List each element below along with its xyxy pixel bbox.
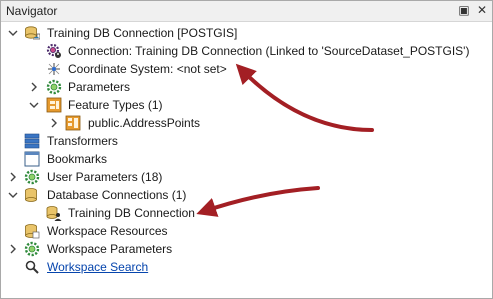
tree-item-parameters[interactable]: Parameters <box>0 78 491 96</box>
chevron-right-icon[interactable] <box>8 240 18 258</box>
coordinate-system-icon <box>46 61 62 77</box>
navigator-tree: Training DB Connection [POSTGIS] Connect… <box>0 22 493 299</box>
tree-item-db-connection[interactable]: Training DB Connection <box>0 204 491 222</box>
tree-item-label: Transformers <box>47 134 118 148</box>
tree-item-connection-root[interactable]: Training DB Connection [POSTGIS] <box>0 24 491 42</box>
tree-item-label: public.AddressPoints <box>88 116 201 130</box>
search-icon <box>24 259 40 275</box>
feature-type-table-icon <box>65 115 81 131</box>
tree-item-label: Coordinate System: <not set> <box>68 62 227 76</box>
tree-item-bookmarks[interactable]: Bookmarks <box>0 150 491 168</box>
workspace-search-link[interactable]: Workspace Search <box>47 258 148 276</box>
tree-item-label: User Parameters (18) <box>47 170 163 184</box>
postgis-database-icon <box>24 25 41 41</box>
chevron-down-icon[interactable] <box>8 24 18 42</box>
tree-item-label: Connection: Training DB Connection (Link… <box>68 44 470 58</box>
close-panel-icon[interactable]: ✕ <box>475 3 489 17</box>
tree-item-transformers[interactable]: Transformers <box>0 132 491 150</box>
tree-item-database-connections[interactable]: Database Connections (1) <box>0 186 491 204</box>
parameters-gear-icon <box>46 79 62 95</box>
tree-item-label: Bookmarks <box>47 152 108 166</box>
chevron-down-icon[interactable] <box>8 186 18 204</box>
tree-item-label: Training DB Connection [POSTGIS] <box>47 26 238 40</box>
bookmarks-icon <box>24 151 40 167</box>
feature-types-icon <box>46 97 62 113</box>
database-user-icon <box>46 205 62 221</box>
chevron-right-icon[interactable] <box>29 78 39 96</box>
tree-item-user-parameters[interactable]: User Parameters (18) <box>0 168 491 186</box>
tree-item-feature-types[interactable]: Feature Types (1) <box>0 96 491 114</box>
chevron-down-icon[interactable] <box>29 96 39 114</box>
connection-gear-icon <box>46 43 62 59</box>
float-panel-icon[interactable]: ▣ <box>457 3 471 17</box>
workspace-parameters-gear-icon <box>24 241 40 257</box>
navigator-titlebar: Navigator ▣ ✕ <box>1 1 492 22</box>
workspace-resources-icon <box>24 223 40 239</box>
tree-item-feature-type[interactable]: public.AddressPoints <box>0 114 491 132</box>
tree-item-workspace-resources[interactable]: Workspace Resources <box>0 222 491 240</box>
transformers-icon <box>24 133 40 149</box>
tree-item-workspace-parameters[interactable]: Workspace Parameters <box>0 240 491 258</box>
tree-item-connection-detail[interactable]: Connection: Training DB Connection (Link… <box>0 42 491 60</box>
tree-item-label: Database Connections (1) <box>47 188 187 202</box>
tree-item-workspace-search[interactable]: Workspace Search <box>0 258 491 276</box>
chevron-right-icon[interactable] <box>49 114 59 132</box>
tree-item-label: Workspace Parameters <box>47 242 173 256</box>
panel-title: Navigator <box>6 4 58 18</box>
chevron-right-icon[interactable] <box>8 168 18 186</box>
tree-item-coordinate-system[interactable]: Coordinate System: <not set> <box>0 60 491 78</box>
tree-item-label: Feature Types (1) <box>68 98 163 112</box>
tree-item-label: Parameters <box>68 80 131 94</box>
database-connections-icon <box>24 187 40 203</box>
user-parameters-gear-icon <box>24 169 40 185</box>
tree-item-label: Workspace Resources <box>47 224 168 238</box>
tree-item-label: Training DB Connection <box>68 206 195 220</box>
